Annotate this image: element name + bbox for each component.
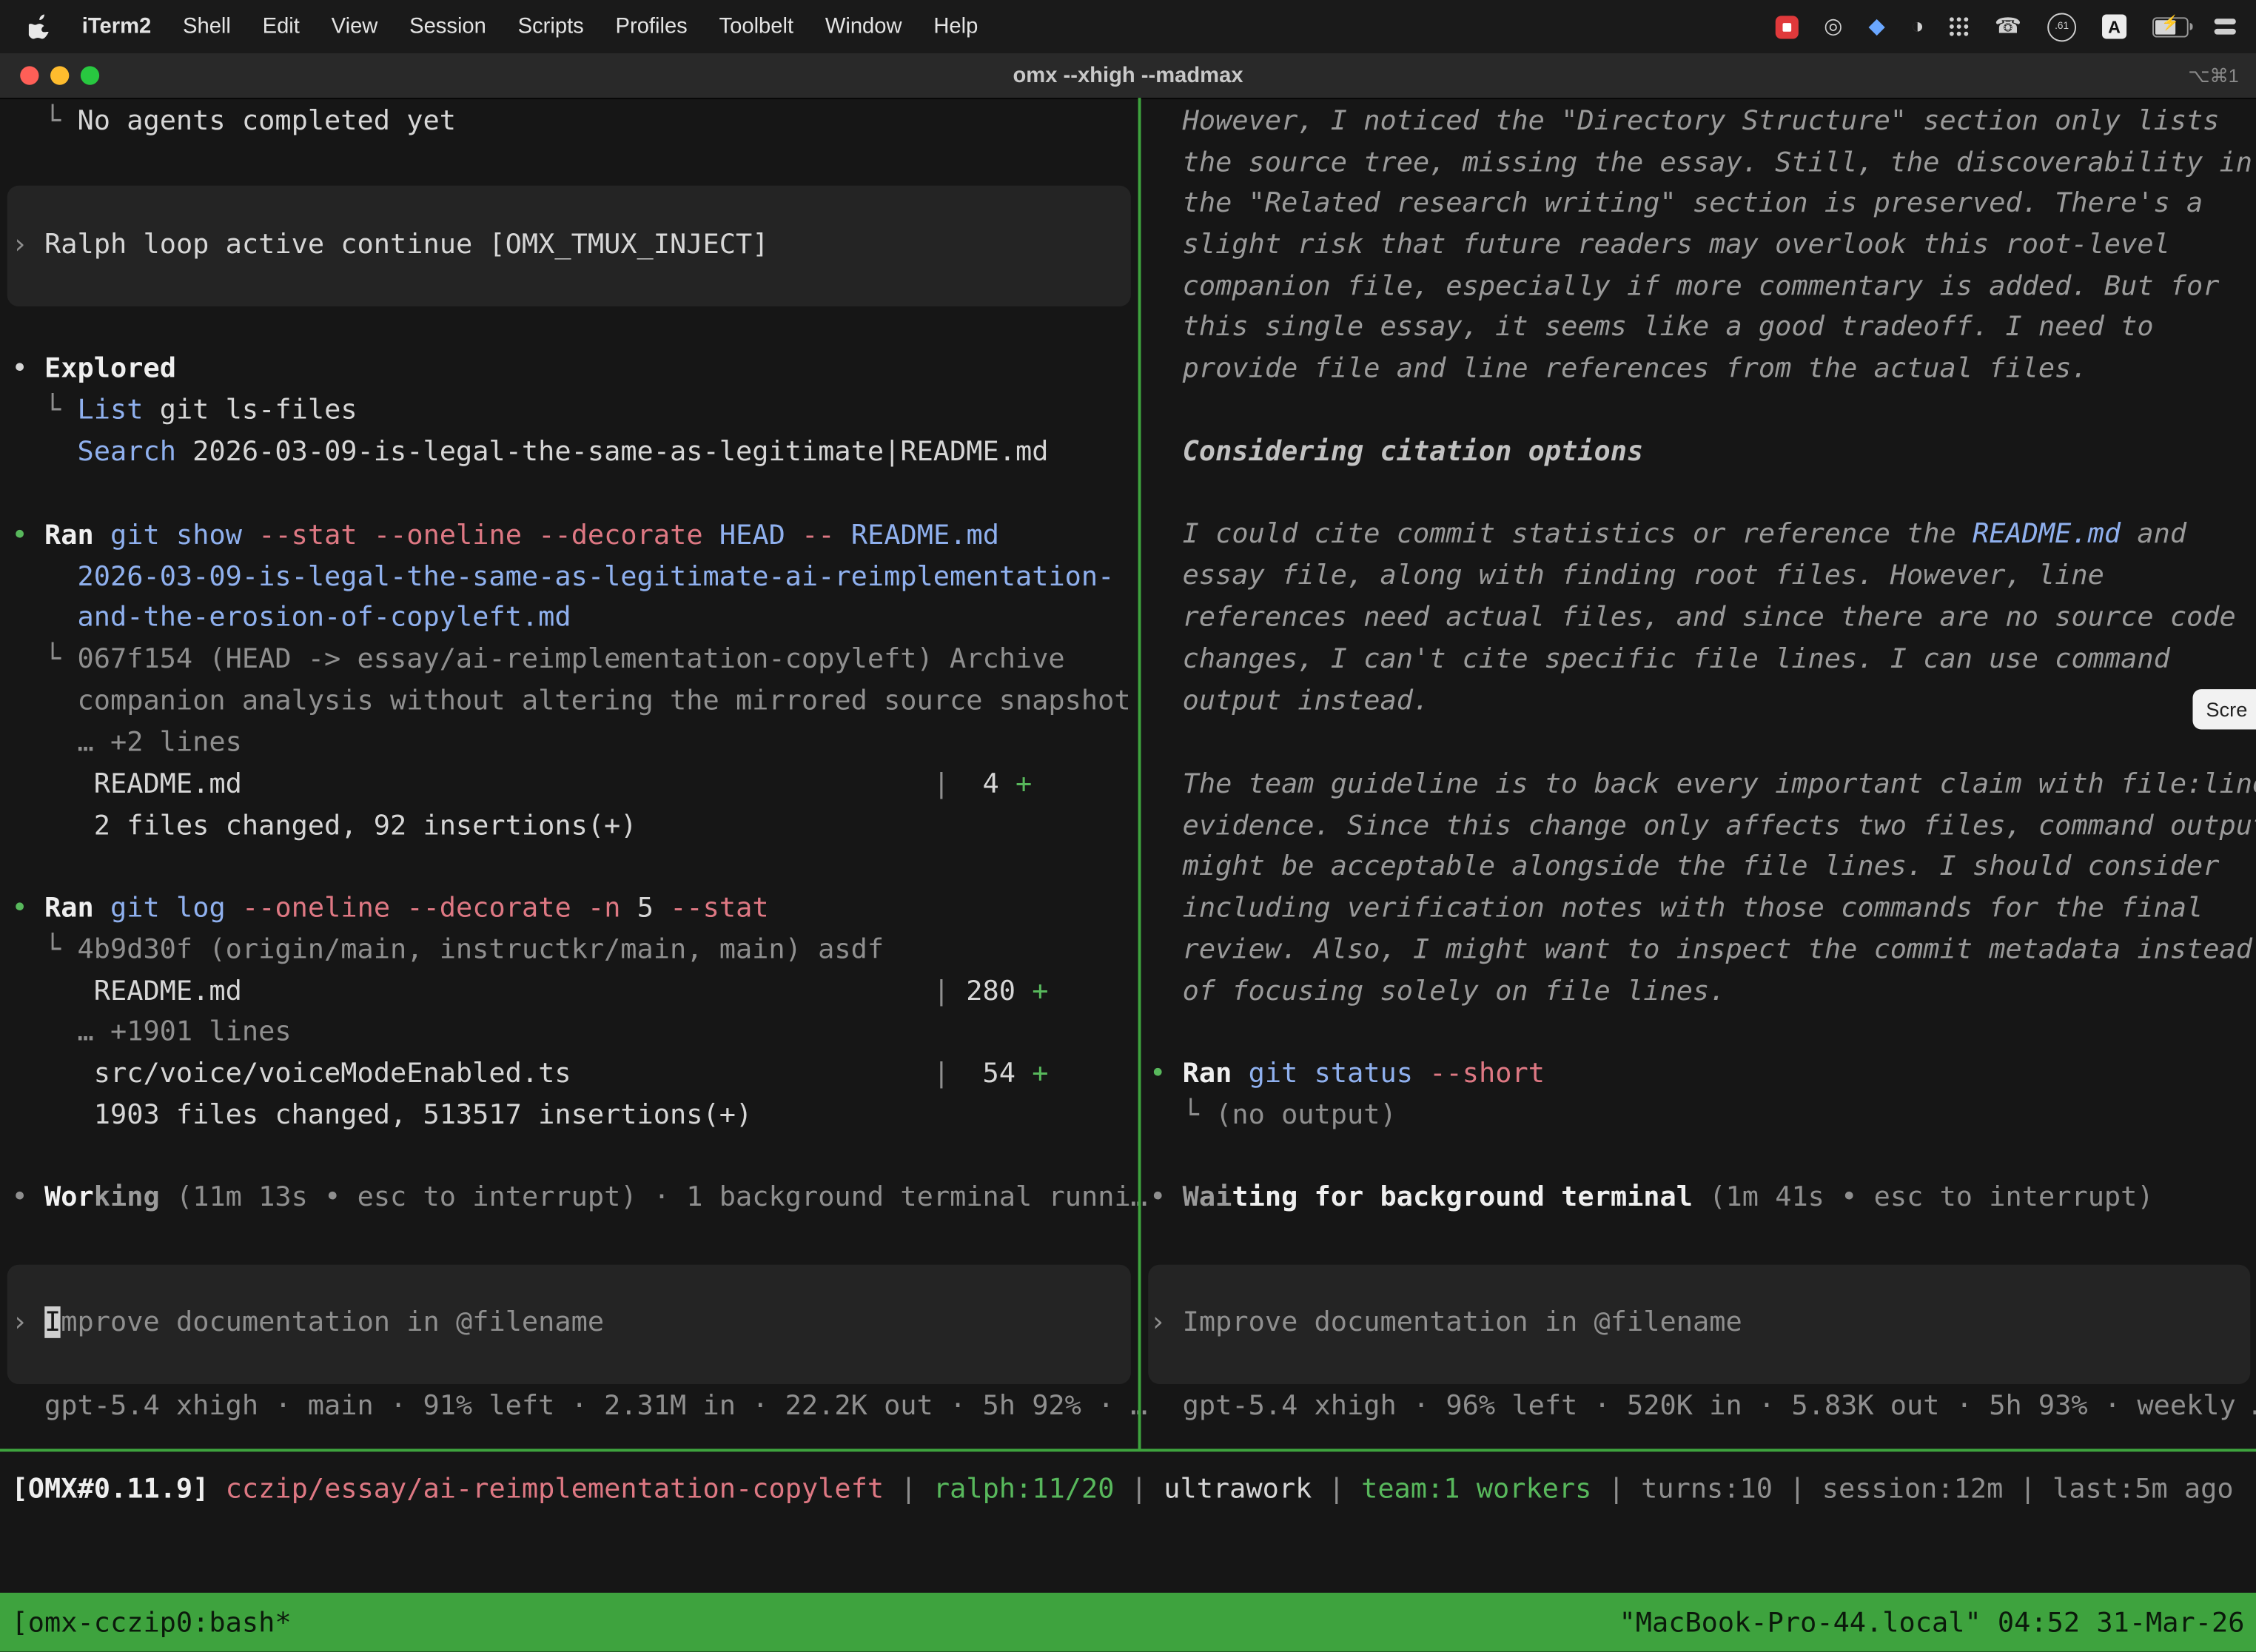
- screen-share-tooltip[interactable]: Scre: [2193, 689, 2256, 729]
- bottom-status-pane: [OMX#0.11.9] cczip/essay/ai-reimplementa…: [0, 0, 2256, 1652]
- screen: iTerm2ShellEditViewSessionScriptsProfile…: [0, 0, 2256, 1652]
- text-segment: team:1 workers: [1361, 1474, 1591, 1505]
- tmux-host-clock-label: "MacBook-Pro-44.local" 04:52 31-Mar-26: [1619, 1606, 2244, 1638]
- tmux-vertical-divider[interactable]: [1138, 98, 1141, 1448]
- text-segment: |: [884, 1474, 933, 1505]
- text-segment: ralph:11/20: [933, 1474, 1115, 1505]
- text-segment: cczip/essay/ai-reimplementation-copyleft: [226, 1474, 884, 1505]
- text-segment: |: [1114, 1474, 1164, 1505]
- text-segment: [OMX#0.11.9]: [12, 1474, 209, 1505]
- text-segment: [209, 1474, 225, 1505]
- tmux-status-bar: [omx-cczip0:bash* "MacBook-Pro-44.local"…: [0, 1593, 2256, 1652]
- text-segment: | turns:10 | session:12m | last:5m ago: [1591, 1474, 2233, 1505]
- tmux-horizontal-divider[interactable]: [0, 1449, 2256, 1452]
- text-segment: ultrawork: [1164, 1474, 1312, 1505]
- tmux-session-label: [omx-cczip0:bash*: [12, 1606, 292, 1638]
- text-segment: |: [1312, 1474, 1361, 1505]
- omx-status-line: [OMX#0.11.9] cczip/essay/ai-reimplementa…: [12, 1469, 2234, 1511]
